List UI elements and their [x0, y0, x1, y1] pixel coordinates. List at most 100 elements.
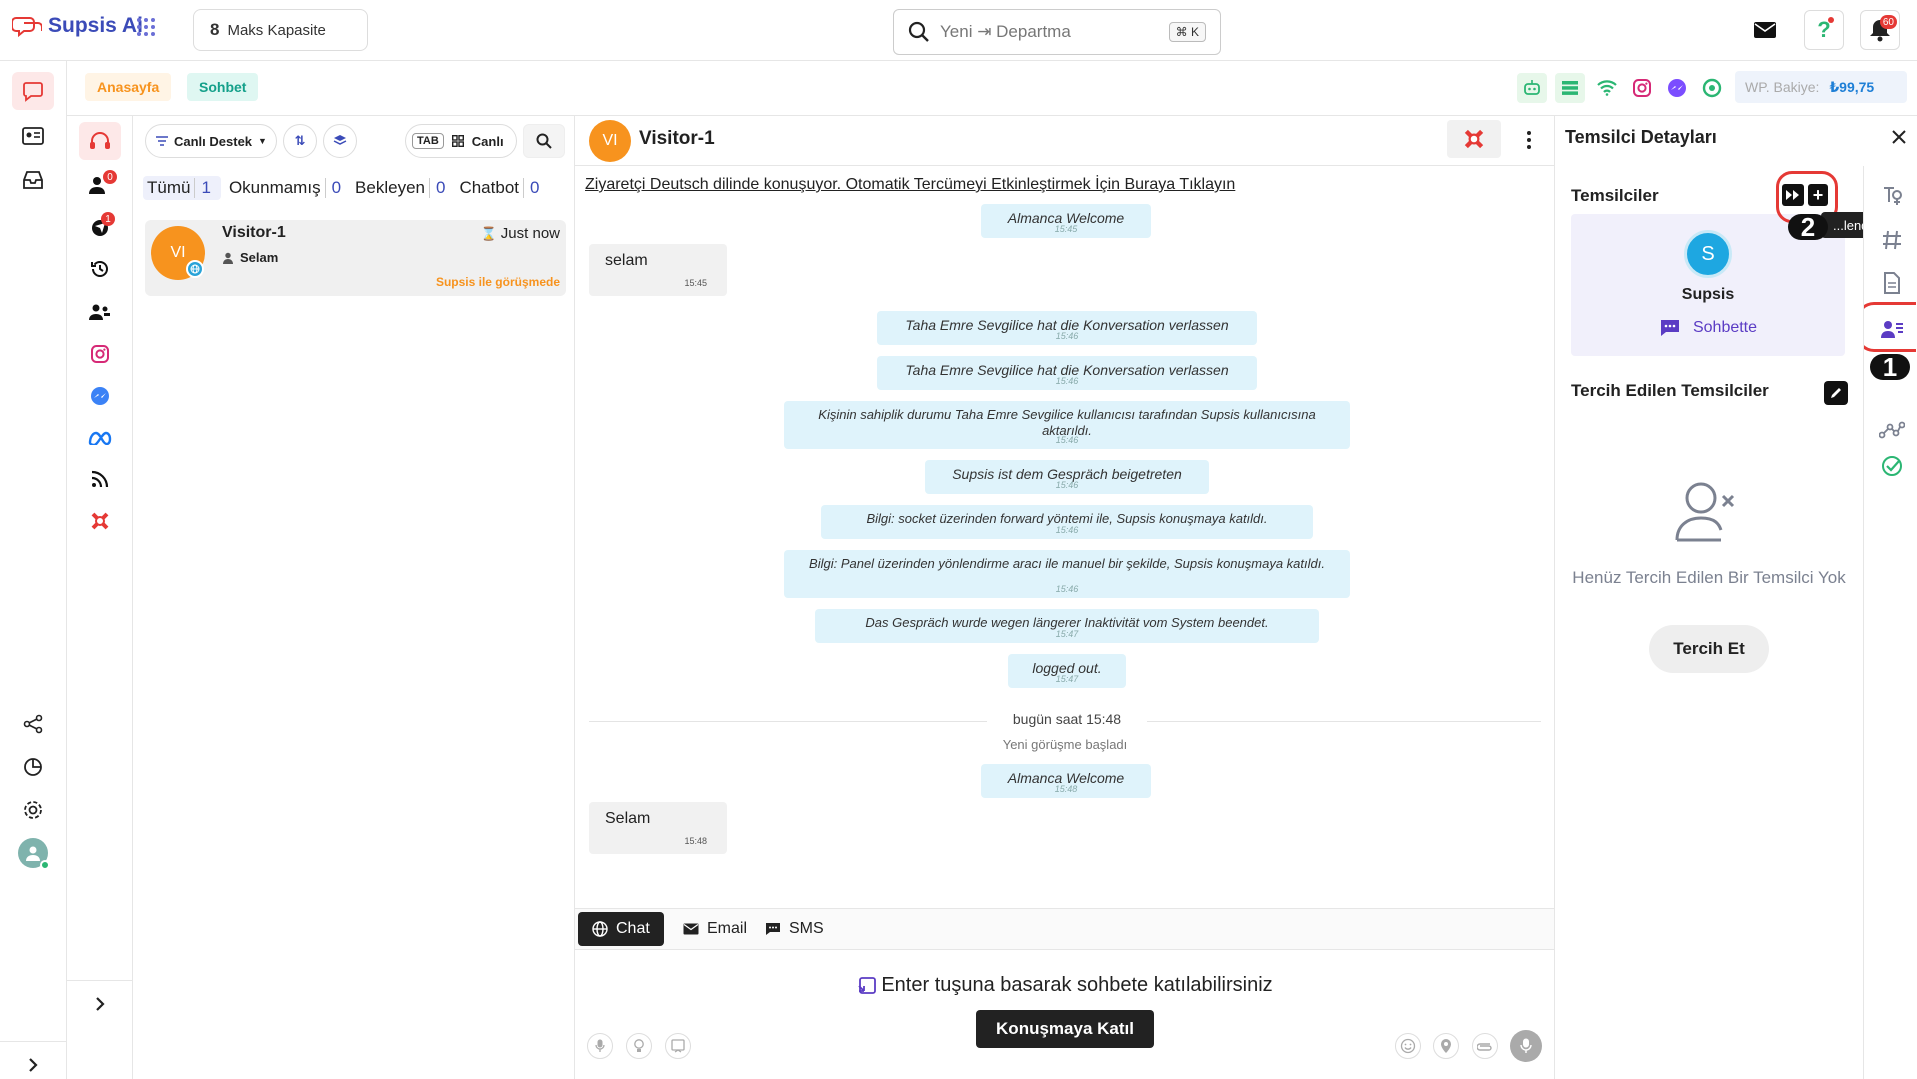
user-avatar[interactable]: [12, 834, 54, 872]
system-message: Bilgi: Panel üzerinden yönlendirme aracı…: [784, 550, 1350, 598]
contacts-nav-icon[interactable]: [12, 117, 54, 155]
tab-count: 0: [523, 178, 545, 198]
join-conversation-button[interactable]: Konuşmaya Katıl: [976, 1010, 1154, 1048]
tab-sms[interactable]: SMS: [751, 912, 838, 946]
inbox-nav-icon[interactable]: [12, 161, 54, 199]
tab-all[interactable]: Tümü 1: [143, 176, 221, 200]
rss-icon[interactable]: [79, 460, 121, 498]
emoji-icon[interactable]: [1395, 1033, 1421, 1059]
conversation-card[interactable]: VI Visitor-1 ⌛ Just now Selam Supsis ile…: [145, 220, 566, 296]
hashtag-icon[interactable]: [1876, 224, 1908, 256]
mail-icon: [683, 923, 699, 935]
instagram-icon[interactable]: [1627, 73, 1657, 103]
location-icon[interactable]: [1433, 1033, 1459, 1059]
voice-record-icon[interactable]: [1510, 1030, 1542, 1062]
empty-state-text: Henüz Tercih Edilen Bir Temsilci Yok: [1572, 568, 1846, 587]
share-nav-icon[interactable]: [12, 705, 54, 743]
sms-icon: [766, 923, 780, 935]
person-icon: [26, 846, 40, 861]
filter-dropdown[interactable]: Canlı Destek ▼: [145, 124, 277, 158]
search-bar[interactable]: Yeni ⇥ Departma ⌘ K: [893, 9, 1221, 55]
more-options-icon[interactable]: [1517, 126, 1541, 154]
history-icon[interactable]: [79, 250, 121, 288]
inbox-badge: 1: [101, 212, 115, 226]
chat-avatar: VI: [589, 120, 631, 162]
translate-icon[interactable]: [1876, 180, 1908, 212]
bell-icon[interactable]: 60: [1860, 10, 1900, 50]
chat-nav-icon[interactable]: [12, 72, 54, 110]
message-text: selam: [605, 252, 648, 269]
conversation-time: Just now: [500, 225, 560, 242]
conversation-status: Supsis ile görüşmede: [435, 275, 560, 289]
system-message: Supsis ist dem Gespräch beigetreten 15:46: [925, 460, 1209, 494]
breadcrumb-home[interactable]: Anasayfa: [85, 73, 172, 101]
tab-waiting[interactable]: Bekleyen 0: [355, 176, 451, 200]
attachment-icon[interactable]: [1472, 1033, 1498, 1059]
tab-email[interactable]: Email: [669, 912, 761, 946]
chat-header: VI Visitor-1: [575, 116, 1554, 166]
expand-channels-icon[interactable]: [79, 985, 121, 1023]
tab-unread[interactable]: Okunmamış 0: [229, 176, 347, 200]
apps-grid-icon[interactable]: [136, 17, 156, 42]
reports-nav-icon[interactable]: [12, 748, 54, 786]
notification-badge: 60: [1879, 15, 1897, 29]
mic-icon[interactable]: [587, 1033, 613, 1059]
brand-name: Supsis Ai: [48, 14, 143, 37]
list-icon[interactable]: [1555, 73, 1585, 103]
visitor-message: selam 15:45: [589, 244, 727, 296]
tab-chat[interactable]: Chat: [578, 912, 664, 946]
join-icon: [858, 976, 877, 994]
instagram-channel-icon[interactable]: [79, 335, 121, 373]
messenger-icon[interactable]: [1662, 73, 1692, 103]
shield-check-icon[interactable]: [1876, 450, 1908, 482]
wifi-icon[interactable]: [1592, 73, 1622, 103]
close-icon[interactable]: [1888, 126, 1910, 148]
conversation-preview: Selam: [240, 250, 279, 265]
chat-bubble-icon: [1660, 320, 1679, 336]
messenger-channel-icon[interactable]: [79, 377, 121, 415]
brand-logo[interactable]: Supsis Ai: [12, 14, 143, 38]
mail-icon[interactable]: [1745, 10, 1785, 50]
preview-wrap: Selam: [222, 250, 278, 265]
agents-badge: 0: [103, 170, 117, 184]
bot-icon[interactable]: [1517, 73, 1547, 103]
lightbulb-icon[interactable]: [626, 1033, 652, 1059]
search-icon: [536, 133, 552, 149]
breadcrumb-current[interactable]: Sohbet: [187, 73, 259, 101]
join-hint-text: Enter tuşuna basarak sohbete katılabilir…: [881, 974, 1273, 996]
document-icon[interactable]: [1876, 267, 1908, 299]
supsis-channel-icon[interactable]: [79, 502, 121, 540]
translation-notice-link[interactable]: Ziyaretçi Deutsch dilinde konuşuyor. Oto…: [585, 176, 1235, 194]
supsis-action-button[interactable]: [1447, 120, 1501, 158]
sort-button[interactable]: ⇅: [283, 124, 317, 158]
search-input[interactable]: Yeni ⇥ Departma: [940, 22, 1071, 42]
edit-preferred-button[interactable]: [1824, 381, 1848, 405]
message-time: 15:47: [1055, 674, 1079, 684]
prefer-button[interactable]: Tercih Et: [1649, 625, 1769, 673]
view-toggle[interactable]: TAB Canlı: [405, 124, 517, 158]
detail-icon-strip: 1: [1863, 166, 1917, 1079]
help-icon[interactable]: ?: [1804, 10, 1844, 50]
tab-chatbot[interactable]: Chatbot 0: [459, 176, 545, 200]
agents-icon[interactable]: 0: [79, 166, 121, 204]
left-rail: [0, 61, 67, 1079]
inbox-channel-icon[interactable]: 1: [79, 209, 121, 247]
template-icon[interactable]: [665, 1033, 691, 1059]
whatsapp-icon[interactable]: [1697, 73, 1727, 103]
message-time: 15:48: [1054, 784, 1078, 794]
tab-chat-label: Chat: [616, 920, 650, 937]
layers-button[interactable]: [323, 124, 357, 158]
settings-nav-icon[interactable]: [12, 791, 54, 829]
filter-label: Canlı Destek: [174, 133, 253, 149]
meta-icon[interactable]: [79, 419, 121, 457]
agent-status: Sohbette: [1571, 318, 1845, 338]
channel-tabs: Chat Email SMS: [575, 908, 1554, 950]
expand-rail-icon[interactable]: [12, 1046, 54, 1079]
network-icon[interactable]: [1876, 414, 1908, 446]
tab-sms-label: SMS: [789, 920, 824, 937]
capacity-widget[interactable]: 8 Maks Kapasite: [193, 9, 368, 51]
team-icon[interactable]: [79, 293, 121, 331]
user-remove-icon: [1673, 478, 1737, 549]
list-search-button[interactable]: [523, 124, 565, 158]
live-support-icon[interactable]: [79, 122, 121, 160]
